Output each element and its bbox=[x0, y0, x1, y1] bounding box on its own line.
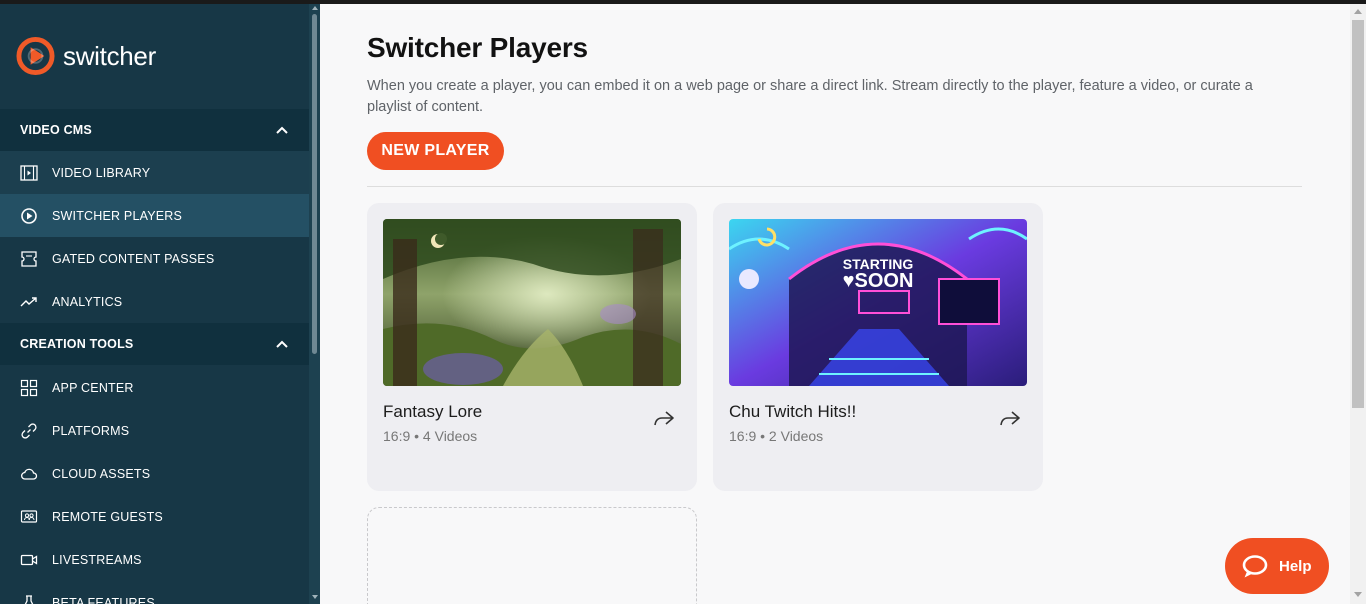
help-label: Help bbox=[1279, 557, 1312, 575]
remote-guests-icon bbox=[20, 509, 38, 523]
player-icon bbox=[21, 207, 37, 224]
chat-bubble-icon bbox=[1242, 555, 1268, 578]
sidebar-item-analytics[interactable]: ANALYTICS bbox=[0, 280, 309, 323]
ticket-icon bbox=[21, 250, 37, 267]
page-title: Switcher Players bbox=[367, 32, 588, 63]
sidebar: switcher VIDEO CMS VIDEO LIBRARY SWITCHE… bbox=[0, 4, 320, 604]
sidebar-item-label: CLOUD ASSETS bbox=[52, 466, 151, 481]
sidebar-item-beta-features[interactable]: BETA FEATURES bbox=[0, 581, 309, 604]
sidebar-item-app-center[interactable]: APP CENTER bbox=[0, 366, 309, 409]
sidebar-item-remote-guests[interactable]: REMOTE GUESTS bbox=[0, 495, 309, 538]
beta-icon bbox=[24, 594, 34, 604]
switcher-logo-icon bbox=[16, 36, 55, 76]
film-icon bbox=[20, 164, 38, 181]
divider bbox=[367, 186, 1302, 187]
starting-soon-thumbnail-image: STARTING ♥SOON bbox=[729, 219, 1027, 386]
page-scroll-up-icon[interactable] bbox=[1354, 9, 1362, 14]
sidebar-item-platforms[interactable]: PLATFORMS bbox=[0, 409, 309, 452]
cloud-icon bbox=[21, 468, 38, 480]
share-icon[interactable] bbox=[652, 408, 676, 428]
grid-icon bbox=[20, 379, 38, 396]
player-card-chu-twitch-hits[interactable]: STARTING ♥SOON Chu Twitch Hits!! 16:9 • … bbox=[713, 203, 1043, 491]
sidebar-item-label: BETA FEATURES bbox=[52, 595, 155, 604]
sidebar-scroll-down-icon[interactable] bbox=[312, 595, 318, 599]
player-card-placeholder[interactable] bbox=[367, 507, 697, 604]
chevron-up-icon bbox=[276, 126, 288, 134]
section-creation-tools[interactable]: CREATION TOOLS bbox=[0, 323, 309, 365]
sidebar-item-video-library[interactable]: VIDEO LIBRARY bbox=[0, 151, 309, 194]
sidebar-item-cloud-assets[interactable]: CLOUD ASSETS bbox=[0, 452, 309, 495]
section-title: VIDEO CMS bbox=[20, 123, 92, 137]
sidebar-scrollbar-thumb[interactable] bbox=[312, 14, 317, 354]
player-meta: 16:9 • 4 Videos bbox=[383, 428, 478, 444]
new-player-button[interactable]: NEW PLAYER bbox=[367, 132, 504, 170]
forest-thumbnail-image bbox=[383, 219, 681, 386]
player-thumbnail[interactable] bbox=[383, 219, 681, 386]
sidebar-item-label: ANALYTICS bbox=[52, 294, 123, 309]
sidebar-item-label: SWITCHER PLAYERS bbox=[52, 208, 183, 223]
section-video-cms[interactable]: VIDEO CMS bbox=[0, 109, 309, 151]
svg-text:♥SOON: ♥SOON bbox=[843, 270, 914, 292]
page-description: When you create a player, you can embed … bbox=[367, 78, 1253, 115]
switcher-logo[interactable]: switcher bbox=[16, 36, 156, 76]
player-meta: 16:9 • 2 Videos bbox=[729, 428, 824, 444]
page-scrollbar-thumb[interactable] bbox=[1352, 20, 1364, 408]
share-icon[interactable] bbox=[998, 408, 1022, 428]
sidebar-scroll-up-icon[interactable] bbox=[312, 6, 318, 10]
logo-text: switcher bbox=[63, 40, 156, 71]
sidebar-item-label: PLATFORMS bbox=[52, 423, 130, 438]
player-name[interactable]: Chu Twitch Hits!! bbox=[729, 402, 856, 422]
chevron-up-icon bbox=[276, 340, 288, 348]
help-button[interactable]: Help bbox=[1225, 538, 1329, 594]
main-content: Switcher Players When you create a playe… bbox=[320, 4, 1350, 604]
window-top-border bbox=[0, 0, 1366, 4]
sidebar-item-label: APP CENTER bbox=[52, 380, 134, 395]
player-card-fantasy-lore[interactable]: Fantasy Lore 16:9 • 4 Videos bbox=[367, 203, 697, 491]
sidebar-item-label: VIDEO LIBRARY bbox=[52, 165, 151, 180]
link-icon bbox=[21, 422, 37, 439]
player-thumbnail[interactable]: STARTING ♥SOON bbox=[729, 219, 1027, 386]
page-scroll-down-icon[interactable] bbox=[1354, 592, 1362, 597]
section-title: CREATION TOOLS bbox=[20, 337, 134, 351]
sidebar-item-gated-content-passes[interactable]: GATED CONTENT PASSES bbox=[0, 237, 309, 280]
sidebar-item-label: LIVESTREAMS bbox=[52, 552, 142, 567]
trend-icon bbox=[20, 296, 37, 306]
sidebar-item-label: GATED CONTENT PASSES bbox=[52, 251, 215, 266]
sidebar-item-label: REMOTE GUESTS bbox=[52, 509, 163, 524]
sidebar-item-switcher-players[interactable]: SWITCHER PLAYERS bbox=[0, 194, 309, 237]
camera-icon bbox=[20, 554, 38, 565]
player-name[interactable]: Fantasy Lore bbox=[383, 402, 482, 422]
sidebar-item-livestreams[interactable]: LIVESTREAMS bbox=[0, 538, 309, 581]
